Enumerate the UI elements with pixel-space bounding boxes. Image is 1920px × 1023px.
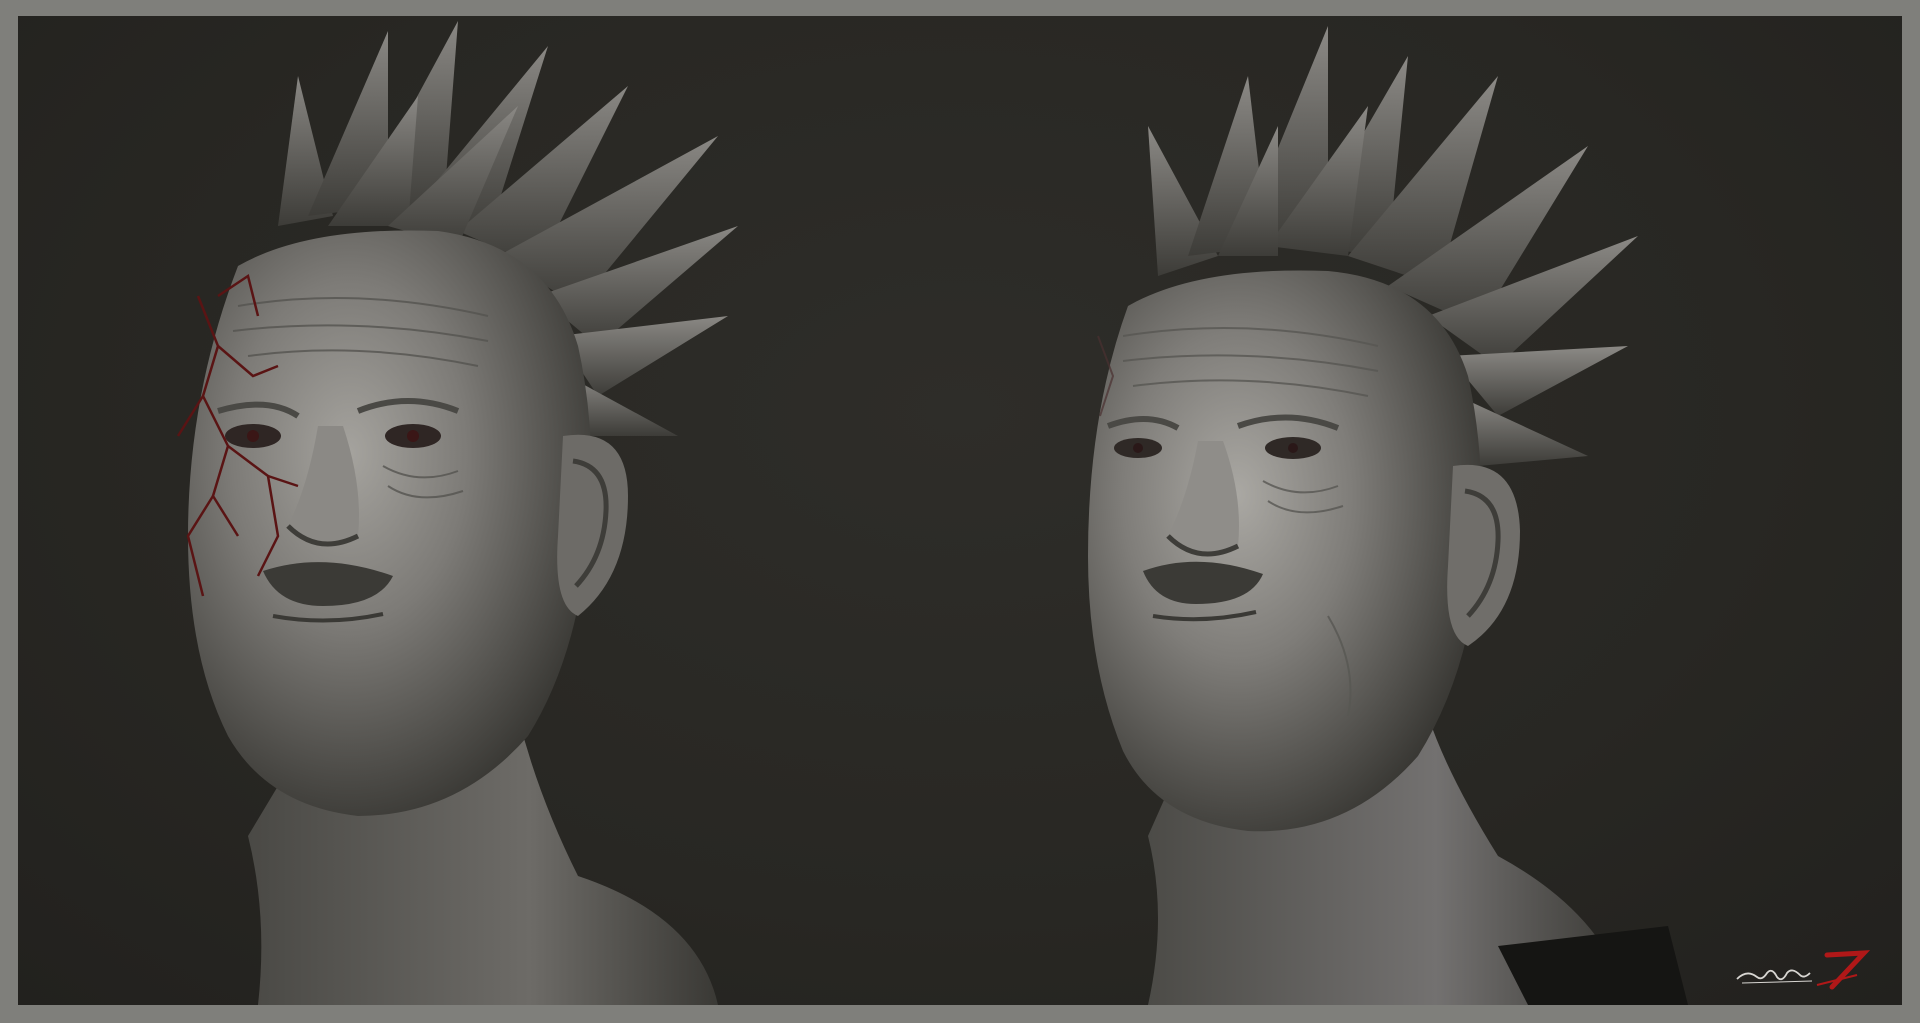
render-canvas: [18, 16, 1902, 1005]
sculpt-right-svg: [1088, 26, 1688, 1005]
ear-shape: [1447, 464, 1520, 646]
head-shape: [188, 230, 592, 816]
sculpt-render-left: [158, 16, 918, 1005]
signature-logo-svg: [1736, 950, 1871, 990]
image-frame: [0, 0, 1920, 1023]
sculpt-render-right: [1028, 16, 1848, 1005]
head-shape: [1088, 270, 1482, 832]
sculpt-left-svg: [176, 21, 738, 1005]
ear-shape: [557, 434, 628, 616]
artist-signature: [1732, 947, 1872, 991]
